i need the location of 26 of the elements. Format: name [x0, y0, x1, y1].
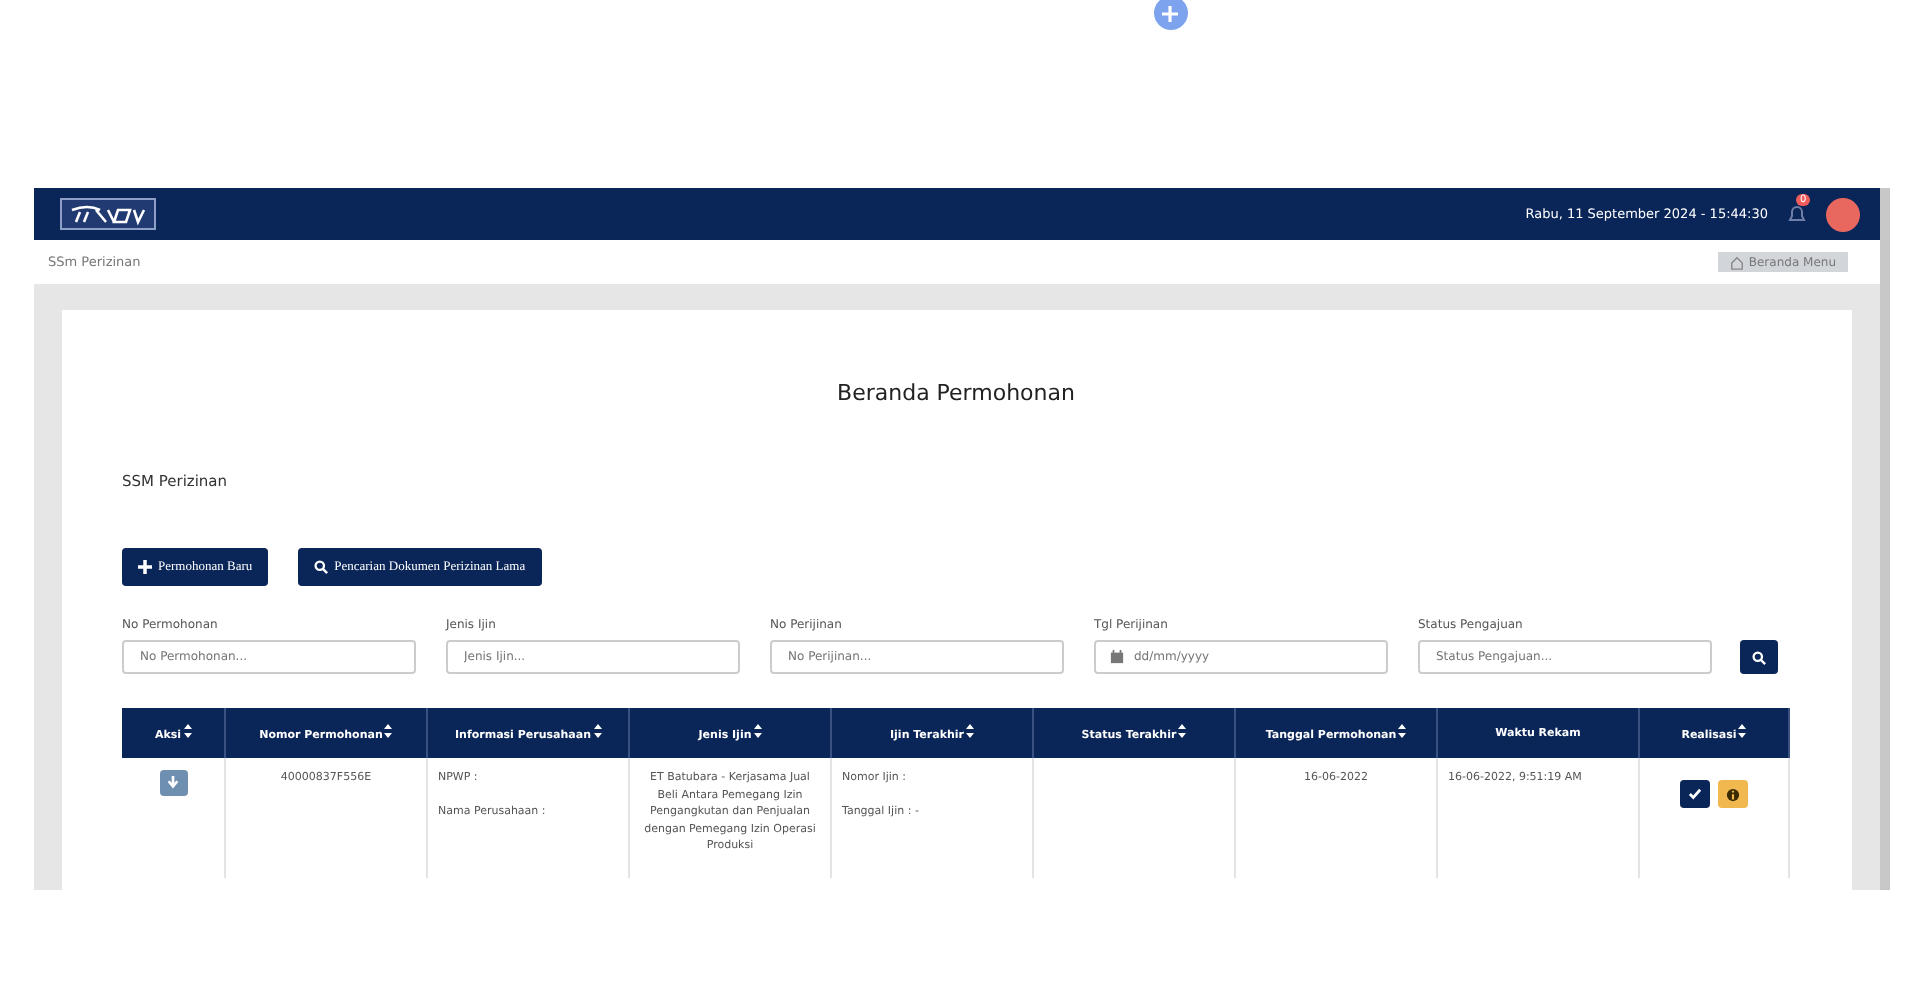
arrow-icon [166, 776, 180, 790]
download-button[interactable] [159, 770, 187, 796]
sort-icon [384, 724, 393, 738]
search-button[interactable] [1740, 640, 1778, 674]
sort-icon [966, 724, 974, 738]
page-title: Beranda Permohonan [835, 378, 1077, 406]
sort-icon [183, 724, 192, 738]
info-icon [1726, 787, 1740, 801]
home-icon [1730, 255, 1745, 269]
sort-icon [1398, 724, 1407, 738]
sort-icon [1738, 724, 1747, 738]
sort-icon [753, 724, 762, 738]
search-icon [1752, 649, 1766, 665]
info-button[interactable] [1718, 780, 1748, 808]
sort-icon [1178, 724, 1187, 738]
check-icon [1688, 788, 1702, 800]
calendar-icon [1110, 650, 1124, 664]
user-avatar[interactable] [1826, 197, 1860, 231]
sort-icon [593, 724, 601, 738]
logo-icon [60, 198, 156, 230]
search-icon [314, 560, 329, 574]
bell-icon[interactable] [1788, 204, 1806, 224]
plus-icon [1160, 3, 1180, 23]
approve-button[interactable] [1680, 780, 1710, 808]
add-button[interactable] [1153, 0, 1187, 30]
plus-icon [138, 560, 152, 574]
